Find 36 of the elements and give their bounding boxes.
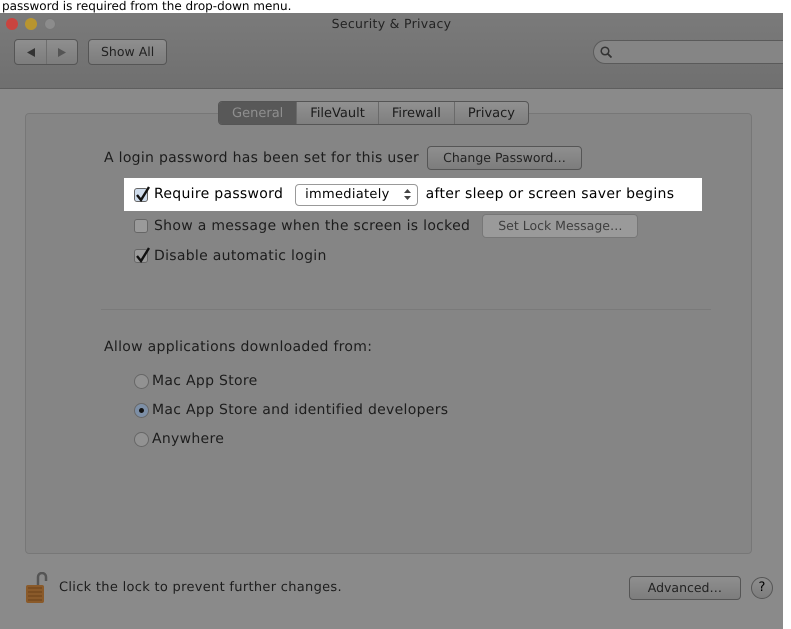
radio-button[interactable] xyxy=(134,374,149,389)
radio-button[interactable] xyxy=(134,403,149,418)
option-label: Show a message when the screen is locked xyxy=(154,216,470,236)
tab[interactable]: Privacy xyxy=(454,102,528,124)
change-password-button[interactable]: Change Password… xyxy=(427,146,582,170)
stepper-icon xyxy=(404,189,411,200)
option-label: Disable automatic login xyxy=(154,246,327,266)
radio-label: Mac App Store and identified developers xyxy=(152,401,448,420)
checkbox[interactable] xyxy=(134,249,148,263)
popup-value: immediately xyxy=(305,186,390,204)
radio-button[interactable] xyxy=(134,432,149,447)
option-label: Require password xyxy=(154,185,284,204)
forward-icon xyxy=(58,48,66,56)
search-field[interactable] xyxy=(593,40,783,64)
window-title: Security & Privacy xyxy=(332,16,452,31)
close-button[interactable] xyxy=(6,18,18,30)
delay-popup[interactable]: immediately xyxy=(295,184,418,206)
back-icon xyxy=(26,48,34,56)
advanced-button[interactable]: Advanced… xyxy=(628,576,741,600)
checkbox[interactable] xyxy=(134,219,148,233)
help-button[interactable]: ? xyxy=(751,577,773,599)
search-icon xyxy=(600,46,612,58)
radio-label: Anywhere xyxy=(152,430,224,449)
show-all-button[interactable]: Show All xyxy=(88,39,168,65)
downloads-label: Allow applications downloaded from: xyxy=(104,338,374,357)
option-suffix: after sleep or screen saver begins xyxy=(426,185,674,204)
minimize-button[interactable] xyxy=(25,18,37,30)
tab[interactable]: Firewall xyxy=(378,102,454,124)
login-status-text: A login password has been set for this user xyxy=(104,148,420,168)
tab[interactable]: FileVault xyxy=(296,102,378,124)
radio-label: Mac App Store xyxy=(152,372,258,391)
checkbox[interactable] xyxy=(134,188,148,202)
lock-status-text: Click the lock to prevent further changes. xyxy=(59,579,342,598)
back-forward-control[interactable] xyxy=(14,39,78,65)
lock-icon[interactable] xyxy=(25,572,49,604)
article-caption: password is required from the drop-down menu. xyxy=(1,0,292,13)
